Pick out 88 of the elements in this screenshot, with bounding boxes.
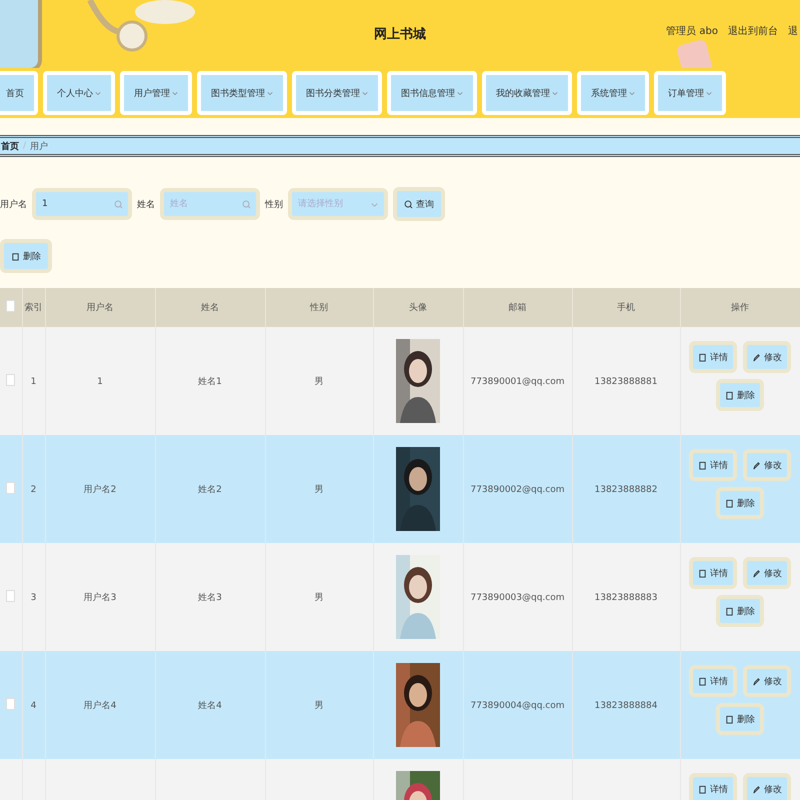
header-link[interactable]: 退 — [788, 24, 798, 38]
search-icon — [242, 200, 251, 209]
row-checkbox[interactable] — [6, 374, 16, 386]
table-cell: 姓名2 — [198, 484, 222, 494]
table-cell: 用户名2 — [84, 484, 116, 494]
field-label: 性别 — [265, 198, 283, 210]
document-icon — [698, 784, 707, 794]
input-field[interactable]: 姓名 — [160, 188, 260, 220]
edit-button[interactable]: 修改 — [743, 557, 791, 589]
document-icon — [698, 352, 707, 362]
input-field[interactable]: 1 — [32, 188, 132, 220]
header-link[interactable]: 管理员 abo — [666, 24, 718, 38]
table-cell: 773890001@qq.com — [470, 376, 565, 386]
search-button[interactable]: 查询 — [393, 187, 445, 221]
details-button[interactable]: 详情 — [689, 773, 737, 800]
document-icon — [698, 568, 707, 578]
nav-menu-item[interactable]: 图书信息管理 — [387, 71, 477, 115]
table-cell: 2 — [30, 484, 36, 494]
table-cell: 4 — [30, 700, 36, 710]
edit-button[interactable]: 修改 — [743, 773, 791, 800]
row-checkbox[interactable] — [6, 698, 16, 710]
document-icon — [698, 676, 707, 686]
breadcrumb-item[interactable]: 用户 — [30, 140, 48, 152]
field-label: 姓名 — [137, 198, 155, 210]
nav-menu-item[interactable]: 图书类型管理 — [197, 71, 287, 115]
table-cell: 773890002@qq.com — [470, 484, 565, 494]
search-icon — [114, 200, 123, 209]
column-header: 性别 — [265, 288, 373, 327]
delete-button[interactable]: 删除 — [716, 487, 764, 519]
select-field[interactable]: 请选择性别 — [288, 188, 388, 220]
details-button[interactable]: 详情 — [689, 449, 737, 481]
field-label: 用户名 — [0, 198, 27, 210]
edit-button[interactable]: 修改 — [743, 449, 791, 481]
table-cell: 1 — [97, 376, 103, 386]
delete-button[interactable]: 删除 — [716, 595, 764, 627]
details-button[interactable]: 详情 — [689, 341, 737, 373]
nav-menu-item[interactable]: 图书分类管理 — [292, 71, 382, 115]
nav-menu-item[interactable]: 系统管理 — [577, 71, 649, 115]
search-icon — [404, 200, 413, 208]
column-header: 姓名 — [155, 288, 265, 327]
edit-button[interactable]: 修改 — [743, 341, 791, 373]
column-header: 邮箱 — [463, 288, 572, 327]
pencil-icon — [752, 460, 761, 470]
column-header: 操作 — [680, 288, 800, 327]
table-cell: 3 — [30, 592, 36, 602]
table-cell: 男 — [314, 376, 324, 386]
header-link[interactable]: 退出到前台 — [728, 24, 778, 38]
pencil-icon — [752, 568, 761, 578]
column-header: 手机 — [572, 288, 680, 327]
row-checkbox[interactable] — [6, 590, 16, 602]
nav-menu-item[interactable]: 首页 — [0, 71, 38, 115]
edit-button[interactable]: 修改 — [743, 665, 791, 697]
row-checkbox[interactable] — [6, 482, 16, 494]
details-button[interactable]: 详情 — [689, 557, 737, 589]
table-cell: 姓名1 — [198, 376, 222, 386]
site-title: 网上书城 — [374, 26, 426, 43]
table-cell: 13823888882 — [594, 484, 658, 494]
table-cell: 男 — [314, 484, 324, 494]
table-cell: 13823888883 — [594, 592, 658, 602]
table-cell: 姓名3 — [198, 592, 222, 602]
table-cell: 用户名4 — [84, 700, 116, 710]
table-cell: 姓名4 — [198, 700, 222, 710]
nav-menu-item[interactable]: 用户管理 — [120, 71, 192, 115]
table-cell: 13823888881 — [594, 376, 658, 386]
delete-button[interactable]: 删除 — [716, 703, 764, 735]
pencil-icon — [752, 784, 761, 794]
nav-menu-item[interactable]: 订单管理 — [654, 71, 726, 115]
column-header: 索引 — [22, 288, 45, 327]
column-header: 用户名 — [45, 288, 155, 327]
document-icon — [698, 460, 707, 470]
table-cell: 13823888884 — [594, 700, 658, 710]
select-all-checkbox[interactable] — [6, 300, 16, 312]
table-cell: 男 — [314, 592, 324, 602]
table-cell: 1 — [30, 376, 36, 386]
breadcrumb-separator: / — [23, 141, 26, 151]
column-header: 头像 — [373, 288, 463, 327]
table-cell: 男 — [314, 700, 324, 710]
table-cell: 773890004@qq.com — [470, 700, 565, 710]
pencil-icon — [752, 352, 761, 362]
nav-menu-item[interactable]: 我的收藏管理 — [482, 71, 572, 115]
table-cell: 773890003@qq.com — [470, 592, 565, 602]
breadcrumb-item[interactable]: 首页 — [1, 140, 19, 152]
details-button[interactable]: 详情 — [689, 665, 737, 697]
delete-button[interactable]: 删除 — [716, 379, 764, 411]
delete-button[interactable]: 删除 — [0, 239, 52, 273]
nav-menu-item[interactable]: 个人中心 — [43, 71, 115, 115]
table-cell: 用户名3 — [84, 592, 116, 602]
pencil-icon — [752, 676, 761, 686]
